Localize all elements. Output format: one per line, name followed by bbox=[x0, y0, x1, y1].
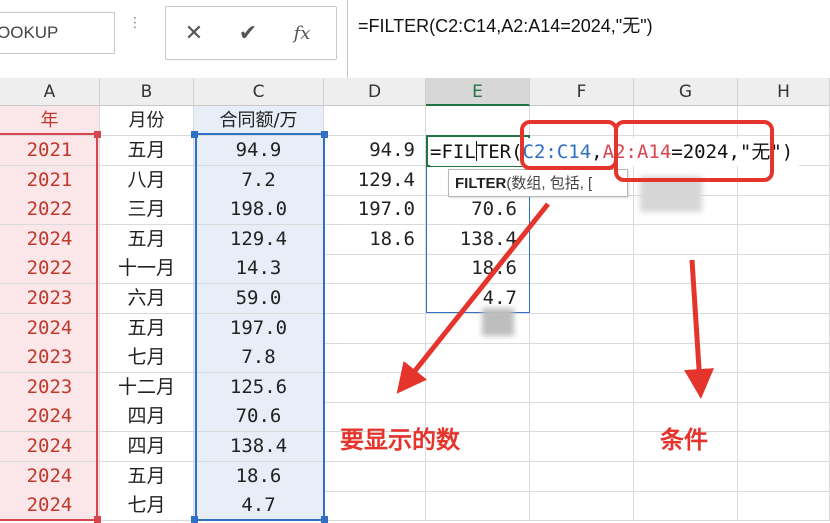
annotation-display-label: 要显示的数 bbox=[340, 426, 460, 454]
arrow-to-display-label bbox=[396, 202, 550, 394]
arrow-to-condition-label bbox=[684, 259, 715, 399]
annotation-condition-label: 条件 bbox=[660, 426, 708, 454]
